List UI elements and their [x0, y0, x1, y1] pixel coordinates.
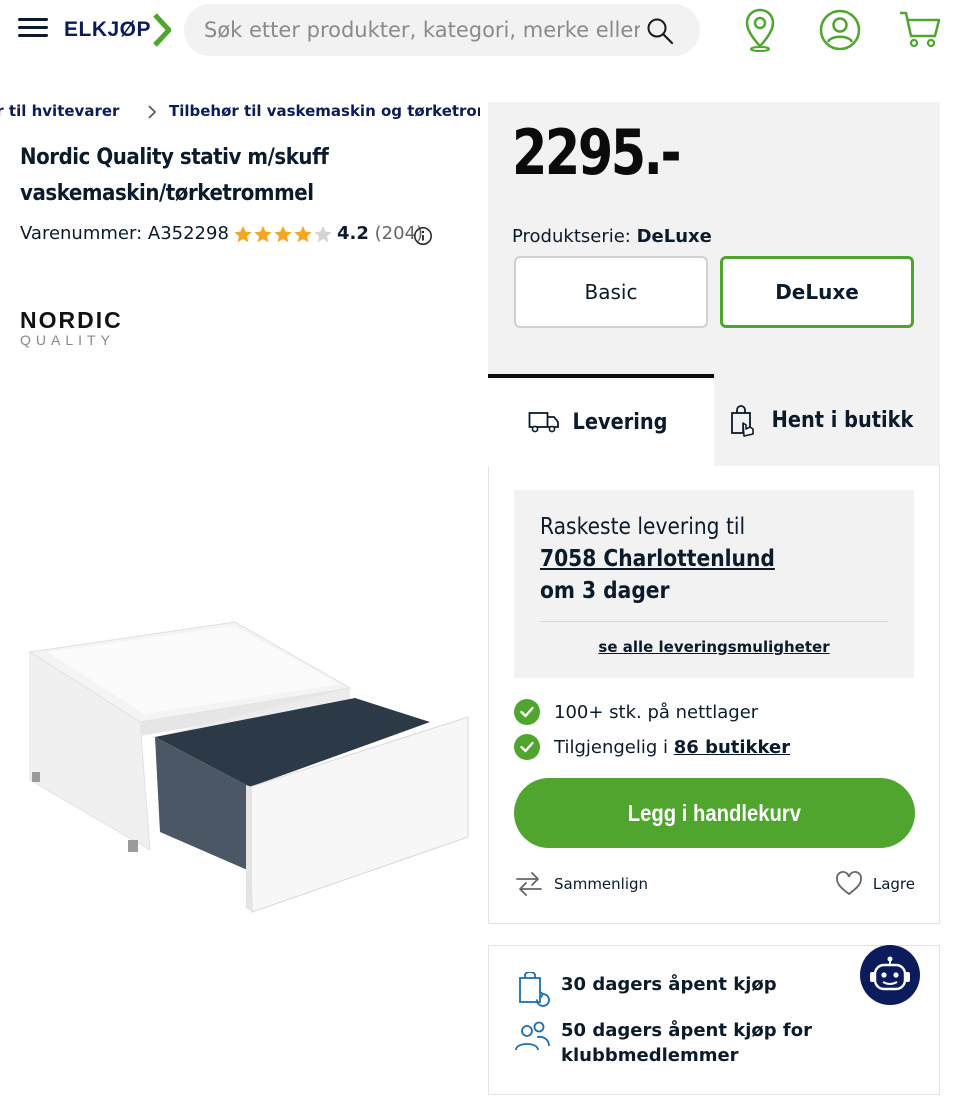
product-title-line1: Nordic Quality stativ m/skuff	[20, 145, 329, 170]
site-header: ELKJØP	[0, 0, 960, 62]
stock-stores-prefix: Tilgjengelig i	[554, 736, 669, 758]
save-button[interactable]: Lagre	[835, 870, 915, 898]
tab-pickup[interactable]: Hent i butikk	[714, 374, 940, 466]
divider	[540, 621, 888, 622]
breadcrumb: ør til hvitevarer Tilbehør til vaskemask…	[0, 102, 480, 124]
product-series-label: Produktserie:	[512, 226, 631, 247]
product-title-line2: vaskemaskin/tørketrommel	[20, 181, 314, 206]
product-title: Nordic Quality stativ m/skuff vaskemaski…	[20, 140, 470, 212]
club-members-icon	[515, 1021, 550, 1051]
product-image[interactable]	[20, 612, 472, 922]
brand-logo-top: NORDIC	[20, 307, 123, 333]
product-series: Produktserie: DeLuxe	[512, 226, 712, 247]
add-to-cart-label: Legg i handlekurv	[627, 799, 802, 826]
rating-value: 4.2	[337, 223, 369, 244]
search-input[interactable]	[204, 4, 640, 56]
delivery-location-link[interactable]: 7058 Charlottenlund	[540, 546, 775, 572]
return-bag-icon	[519, 972, 550, 1007]
product-series-value: DeLuxe	[636, 226, 712, 247]
series-option-basic[interactable]: Basic	[514, 256, 708, 328]
delivery-heading: Raskeste levering til	[540, 514, 746, 540]
brand-logo-bottom: QUALITY	[20, 332, 115, 348]
series-option-deluxe[interactable]: DeLuxe	[720, 256, 914, 328]
price: 2295.-	[512, 116, 682, 189]
compare-icon	[516, 872, 542, 896]
stock-online-text: 100+ stk. på nettlager	[554, 701, 759, 723]
rating-summary[interactable]: 4.2 (204)	[337, 223, 423, 244]
account-icon[interactable]	[818, 8, 862, 52]
compare-button[interactable]: Sammenlign	[514, 870, 648, 898]
sku-label: Varenummer:	[20, 223, 143, 244]
logo-text: ELKJØP	[64, 18, 152, 41]
truck-icon	[528, 412, 559, 433]
rating-stars[interactable]	[233, 224, 333, 246]
chatbot-button[interactable]	[860, 945, 920, 1005]
open-purchase-50-line2: klubbmedlemmer	[561, 1045, 739, 1066]
open-purchase-50: 50 dagers åpent kjøp for klubbmedlemmer	[513, 1018, 812, 1068]
tab-pickup-label: Hent i butikk	[772, 408, 914, 433]
logo-chevron-icon	[153, 13, 172, 47]
heart-icon	[835, 871, 862, 896]
open-purchase-30: 30 dagers åpent kjøp	[513, 972, 777, 1008]
tab-delivery[interactable]: Levering	[488, 374, 714, 466]
chevron-right-icon	[148, 105, 157, 119]
star-rating-icon	[234, 226, 332, 243]
search-icon[interactable]	[646, 17, 674, 45]
elkjop-logo[interactable]: ELKJØP	[64, 10, 172, 50]
breadcrumb-item-vaskemaskin[interactable]: Tilbehør til vaskemaskin og tørketrommel	[169, 102, 480, 120]
purchase-panel: 2295.- Produktserie: DeLuxe Basic DeLuxe…	[488, 102, 940, 924]
delivery-info-box: Raskeste levering til 7058 Charlottenlun…	[514, 490, 914, 678]
fulfillment-tabs: Levering Hent i butikk	[488, 374, 940, 466]
info-icon[interactable]	[413, 226, 433, 246]
add-to-cart-button[interactable]: Legg i handlekurv	[514, 778, 915, 848]
stock-online: 100+ stk. på nettlager	[514, 699, 758, 725]
sku-value: A352298	[147, 223, 229, 244]
cart-icon[interactable]	[898, 10, 942, 48]
brand-logo[interactable]: NORDIC QUALITY	[20, 308, 123, 348]
delivery-eta: om 3 dager	[540, 578, 670, 604]
stock-stores: Tilgjengelig i 86 butikker	[514, 734, 790, 760]
all-delivery-options-link[interactable]: se alle leveringsmuligheter	[514, 638, 914, 656]
menu-icon[interactable]	[18, 18, 48, 42]
delivery-tab-panel: Raskeste levering til 7058 Charlottenlun…	[488, 466, 940, 924]
stock-stores-link[interactable]: 86 butikker	[674, 737, 790, 758]
robot-icon	[870, 956, 910, 991]
store-location-icon[interactable]	[744, 8, 776, 52]
store-bag-icon	[731, 404, 755, 437]
open-purchase-30-text: 30 dagers åpent kjøp	[561, 974, 777, 995]
save-label: Lagre	[872, 875, 915, 893]
compare-label: Sammenlign	[554, 875, 649, 893]
sku: Varenummer: A352298	[20, 223, 229, 244]
check-icon	[514, 734, 540, 760]
open-purchase-50-line1: 50 dagers åpent kjøp for	[561, 1020, 812, 1041]
breadcrumb-item-hvitevarer[interactable]: ør til hvitevarer	[0, 102, 119, 120]
search-bar	[184, 4, 700, 56]
tab-delivery-label: Levering	[572, 409, 668, 435]
check-icon	[514, 699, 540, 725]
